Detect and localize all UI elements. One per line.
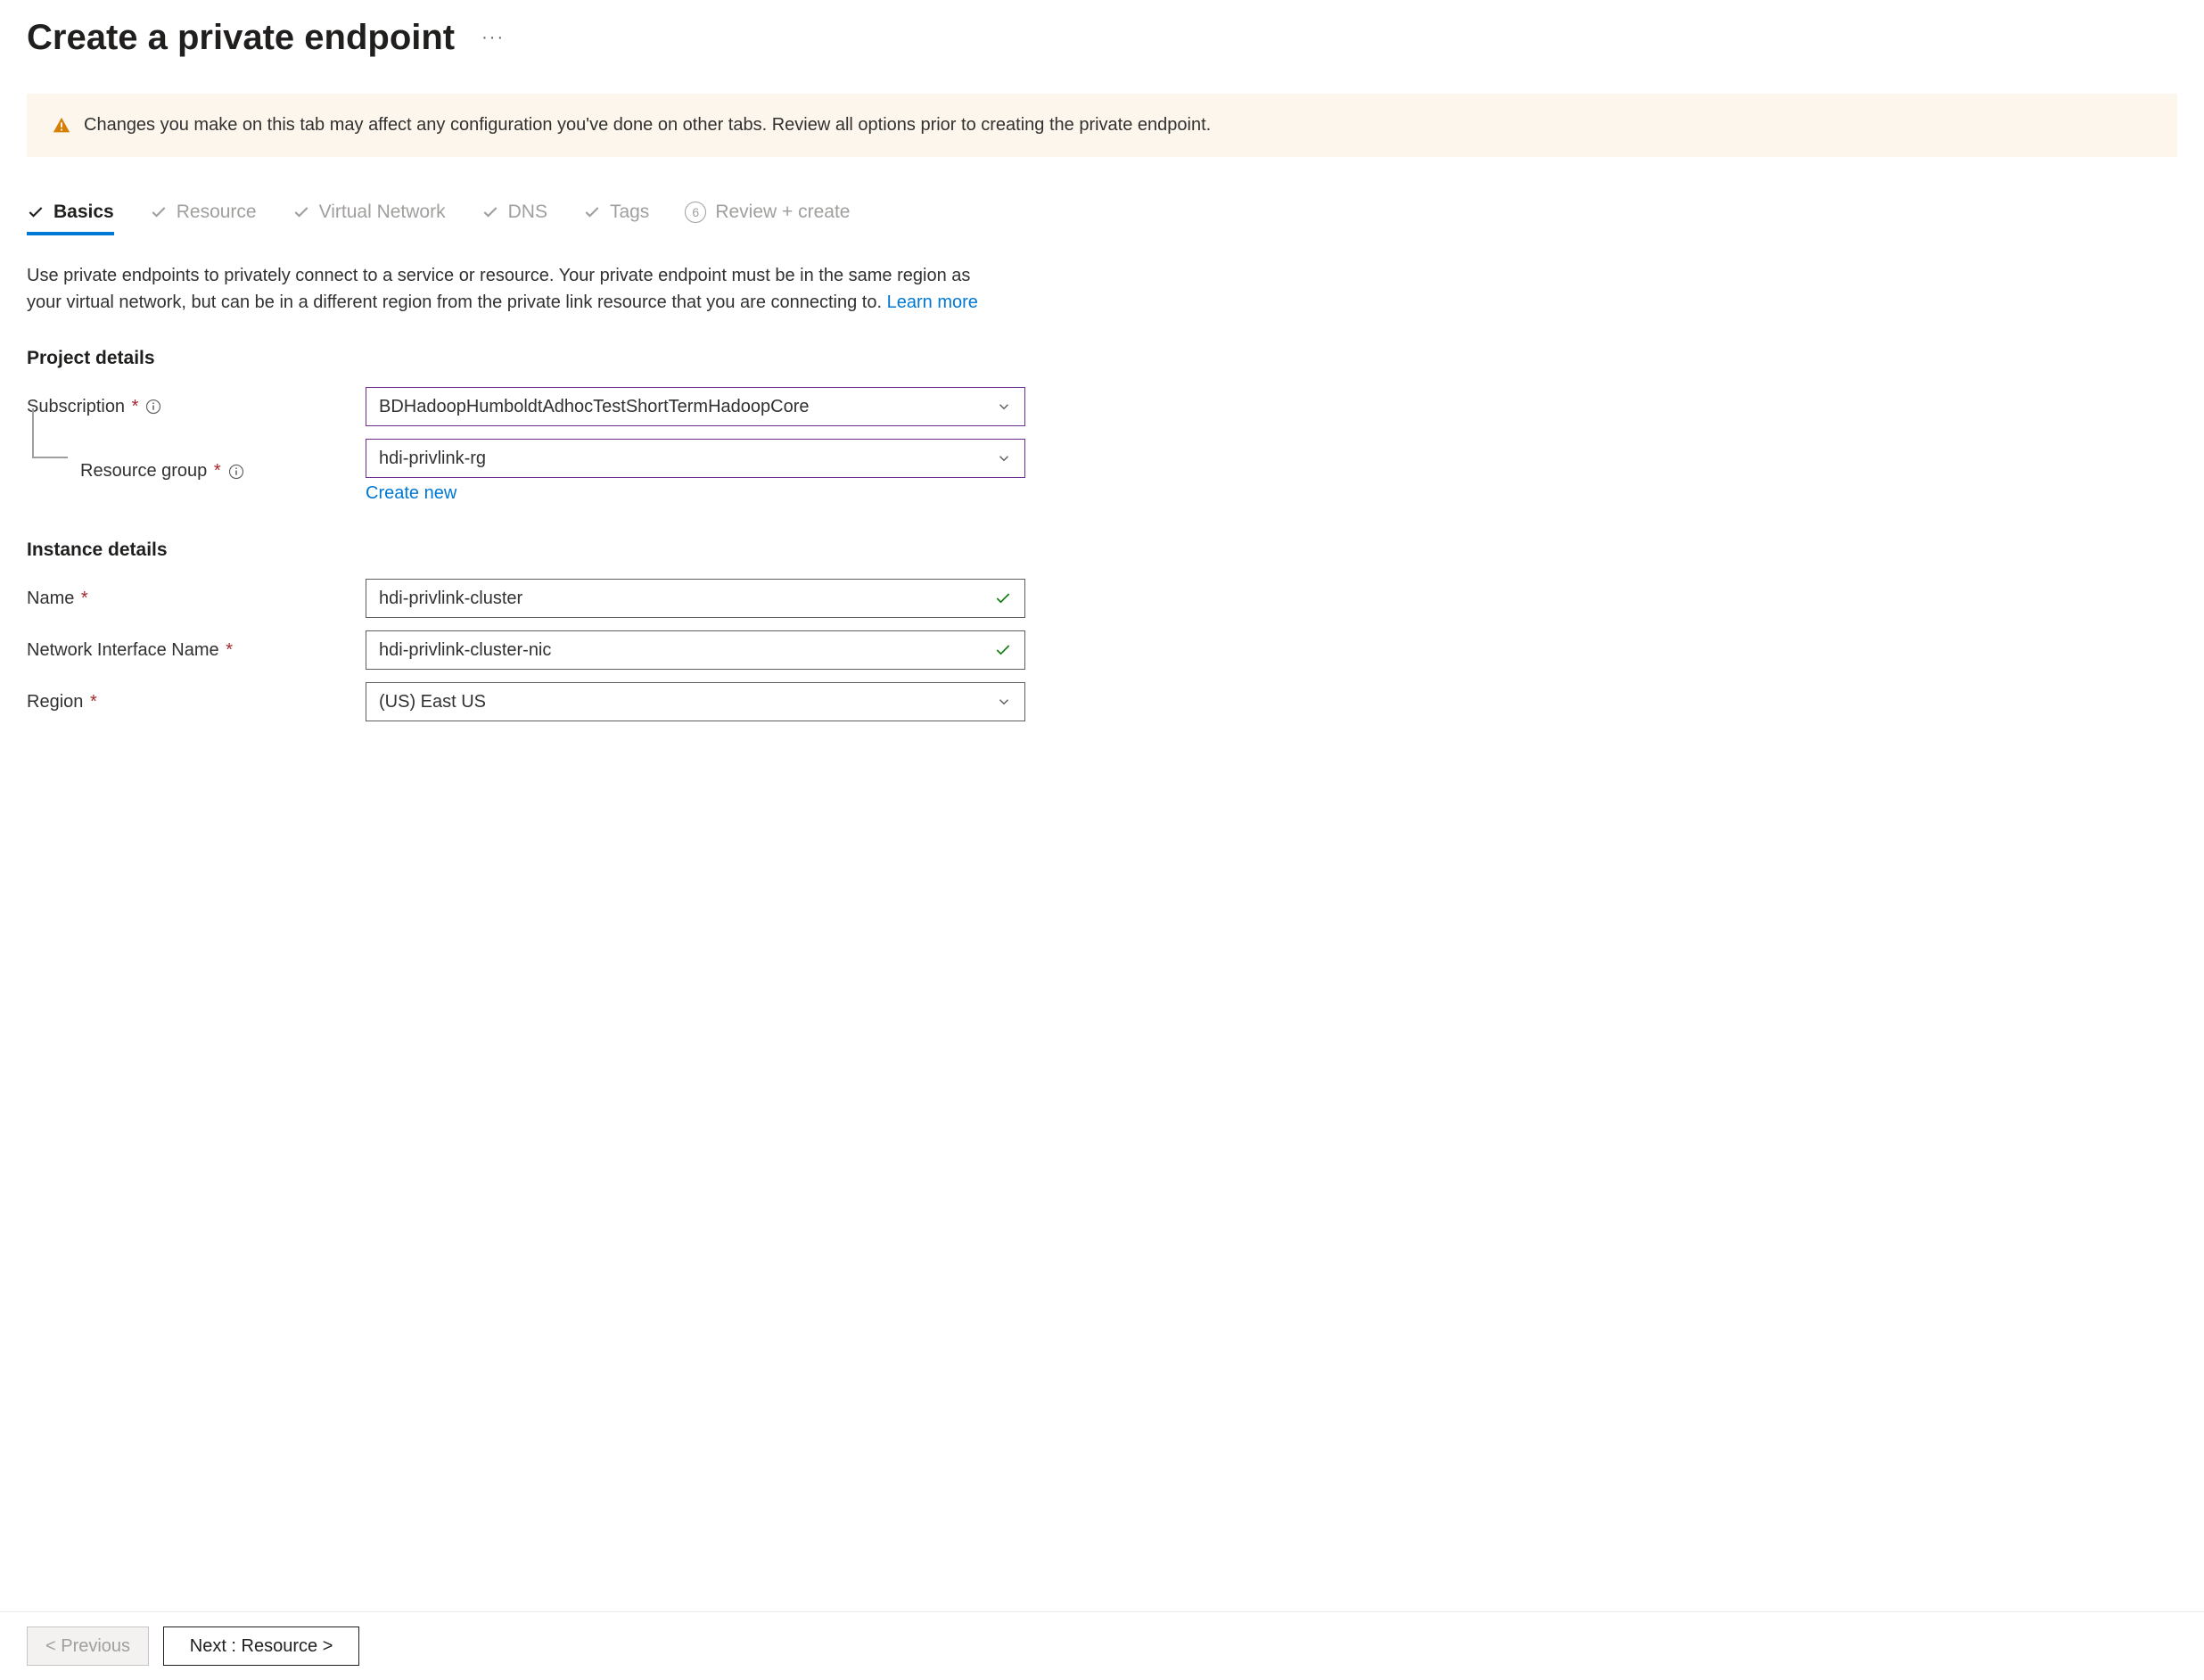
step-number-icon: 6 <box>685 202 706 223</box>
name-input[interactable] <box>379 589 1012 609</box>
select-value: hdi-privlink-rg <box>379 449 486 469</box>
tab-review-create[interactable]: 6 Review + create <box>685 202 850 235</box>
tree-indent-icon <box>27 439 80 504</box>
tab-tags[interactable]: Tags <box>583 202 649 235</box>
name-input-wrap <box>366 579 1025 618</box>
page-title: Create a private endpoint <box>27 18 455 58</box>
section-title-instance: Instance details <box>27 539 2177 561</box>
description-text: Use private endpoints to privately conne… <box>27 266 970 312</box>
more-menu-icon[interactable]: ··· <box>481 28 505 48</box>
label-wrap: Subscription * <box>27 397 366 417</box>
warning-banner: Changes you make on this tab may affect … <box>27 94 2177 157</box>
control-wrap: (US) East US <box>366 682 1025 721</box>
nic-name-label: Network Interface Name * <box>27 640 233 661</box>
instance-details-section: Instance details Name * Network Interfac… <box>27 539 2177 721</box>
create-new-link[interactable]: Create new <box>366 483 456 504</box>
control-wrap <box>366 630 1025 670</box>
check-icon <box>292 203 310 221</box>
wizard-footer: < Previous Next : Resource > <box>0 1611 2204 1680</box>
warning-icon <box>52 116 71 136</box>
wizard-tabs: Basics Resource Virtual Network DNS Tags… <box>27 202 2177 235</box>
valid-check-icon <box>994 641 1012 659</box>
check-icon <box>150 203 168 221</box>
select-value: BDHadoopHumboldtAdhocTestShortTermHadoop… <box>379 397 809 417</box>
next-button[interactable]: Next : Resource > <box>163 1626 359 1666</box>
warning-text: Changes you make on this tab may affect … <box>84 115 1211 136</box>
chevron-down-icon <box>996 694 1012 710</box>
subscription-label: Subscription * <box>27 397 138 417</box>
check-icon <box>583 203 601 221</box>
learn-more-link[interactable]: Learn more <box>887 292 978 312</box>
region-label: Region * <box>27 692 97 712</box>
resource-group-select[interactable]: hdi-privlink-rg <box>366 439 1025 478</box>
tab-basics[interactable]: Basics <box>27 202 114 235</box>
info-icon[interactable] <box>145 399 161 415</box>
required-asterisk: * <box>85 692 96 712</box>
region-select[interactable]: (US) East US <box>366 682 1025 721</box>
region-row: Region * (US) East US <box>27 682 2177 721</box>
chevron-down-icon <box>996 399 1012 415</box>
label-wrap: Network Interface Name * <box>27 640 366 661</box>
tab-dns[interactable]: DNS <box>481 202 547 235</box>
valid-check-icon <box>994 589 1012 607</box>
check-icon <box>481 203 499 221</box>
required-asterisk: * <box>221 640 233 660</box>
label-wrap: Name * <box>27 589 366 609</box>
previous-button[interactable]: < Previous <box>27 1626 149 1666</box>
tab-description: Use private endpoints to privately conne… <box>27 262 1007 316</box>
page-header: Create a private endpoint ··· <box>27 18 2177 58</box>
select-value: (US) East US <box>379 692 486 712</box>
tab-virtual-network[interactable]: Virtual Network <box>292 202 446 235</box>
project-details-section: Project details Subscription * BDHadoopH… <box>27 348 2177 504</box>
nic-name-row: Network Interface Name * <box>27 630 2177 670</box>
chevron-down-icon <box>996 450 1012 466</box>
label-wrap: Region * <box>27 692 366 712</box>
tab-label: Basics <box>53 202 114 223</box>
control-wrap: BDHadoopHumboldtAdhocTestShortTermHadoop… <box>366 387 1025 426</box>
tab-resource[interactable]: Resource <box>150 202 257 235</box>
label-wrap: Resource group * <box>80 461 366 482</box>
subscription-select[interactable]: BDHadoopHumboldtAdhocTestShortTermHadoop… <box>366 387 1025 426</box>
tab-label: Tags <box>610 202 649 223</box>
nic-name-input[interactable] <box>379 640 1012 661</box>
tab-label: Resource <box>177 202 257 223</box>
name-row: Name * <box>27 579 2177 618</box>
resource-group-label: Resource group * <box>80 461 221 482</box>
tab-label: DNS <box>508 202 547 223</box>
required-asterisk: * <box>127 397 138 416</box>
check-icon <box>27 203 45 221</box>
nic-name-input-wrap <box>366 630 1025 670</box>
control-wrap: hdi-privlink-rg Create new <box>366 439 1025 504</box>
info-icon[interactable] <box>228 464 244 480</box>
tab-label: Virtual Network <box>319 202 446 223</box>
subscription-row: Subscription * BDHadoopHumboldtAdhocTest… <box>27 387 2177 426</box>
control-wrap <box>366 579 1025 618</box>
required-asterisk: * <box>76 589 87 608</box>
resource-group-row: Resource group * hdi-privlink-rg Create … <box>27 439 2177 504</box>
section-title-project: Project details <box>27 348 2177 369</box>
required-asterisk: * <box>209 461 220 481</box>
tab-label: Review + create <box>715 202 850 223</box>
name-label: Name * <box>27 589 88 609</box>
